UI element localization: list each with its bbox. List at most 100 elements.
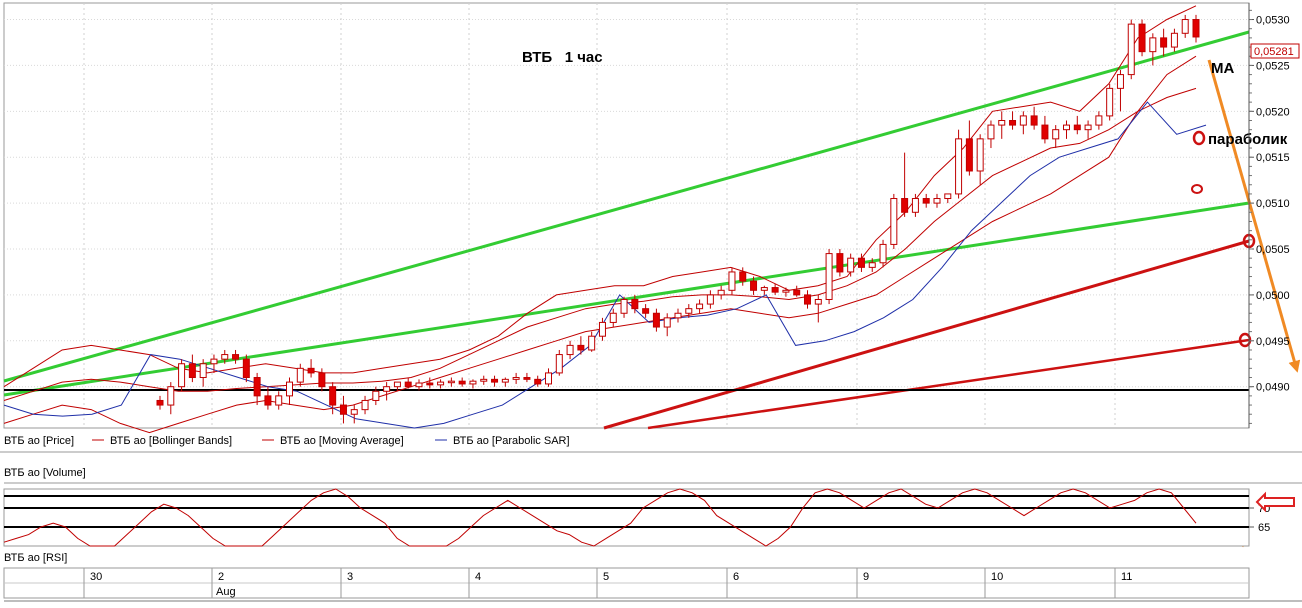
candle-body <box>501 378 509 383</box>
candle-body <box>264 395 272 406</box>
candle-body <box>598 321 606 337</box>
candle-body <box>620 298 628 314</box>
day-label: 10 <box>991 571 1003 583</box>
candle-body <box>512 377 520 380</box>
candle-body <box>728 271 736 291</box>
candle-body <box>631 298 639 310</box>
price-tick-label: 0,0515 <box>1256 152 1290 164</box>
candle-body <box>868 262 876 268</box>
candle-body <box>1052 129 1060 140</box>
candle-body <box>210 358 218 365</box>
candle-body <box>566 344 574 356</box>
day-label: 5 <box>603 571 609 583</box>
candle-body <box>685 308 693 314</box>
candle-body <box>1170 32 1178 48</box>
candle-body <box>339 404 347 415</box>
candle-body <box>393 381 401 388</box>
price-tick-label: 0,0530 <box>1256 15 1290 27</box>
candle-body <box>221 354 229 360</box>
candle-body <box>1149 37 1157 53</box>
candle-body <box>922 198 930 204</box>
candle-body <box>825 253 833 300</box>
legend-label: ВТБ ао [Moving Average] <box>280 435 404 447</box>
rsi-axis: 7065 <box>1249 503 1270 534</box>
candle-body <box>167 386 175 406</box>
chart-window: ВТБ 1 час МА параболик 0,0530 0,0525 0,052… <box>0 0 1302 603</box>
candle-body <box>447 380 455 384</box>
candle-body <box>588 335 596 351</box>
volume-pane-label: ВТБ ао [Volume] <box>4 467 86 479</box>
candle-body <box>415 382 423 388</box>
candle-body <box>955 138 963 195</box>
candle-body <box>1063 124 1070 131</box>
candle-body <box>1030 115 1038 126</box>
candle-body <box>804 294 811 305</box>
time-axis[interactable]: 30 2 3 4 5 6 9 10 11 Aug <box>3 567 1250 599</box>
candle-body <box>901 198 909 213</box>
candle-body <box>1116 74 1124 89</box>
candle-body <box>545 372 552 385</box>
candle-body <box>361 399 369 411</box>
candle-body <box>555 354 563 374</box>
candle-body <box>469 380 477 385</box>
day-label: 6 <box>733 571 739 583</box>
candle-body <box>480 378 488 382</box>
candle-body <box>523 377 531 380</box>
candle-body <box>879 243 887 264</box>
price-tick-label: 0,0520 <box>1256 106 1290 118</box>
price-tick-label: 0,0490 <box>1256 382 1290 394</box>
candle-body <box>750 280 758 291</box>
candle-body <box>1084 124 1092 131</box>
price-tick-label: 0,0525 <box>1256 60 1290 72</box>
day-label: 11 <box>1121 571 1132 583</box>
chart-title-annotation: ВТБ 1 час <box>522 49 603 66</box>
candle-body <box>437 381 445 386</box>
day-label: 30 <box>90 571 102 583</box>
price-axis[interactable]: 0,0530 0,0525 0,0520 0,0515 0,0510 0,0505 0,05… <box>1248 3 1290 428</box>
candle-body <box>1041 124 1049 140</box>
candle-body <box>458 380 466 385</box>
candle-body <box>976 138 984 172</box>
parabolic-annotation: параболик <box>1208 131 1288 148</box>
candle-body <box>1192 19 1200 38</box>
current-price-value: 0,05281 <box>1254 46 1294 58</box>
candle-body <box>199 363 207 379</box>
candle-body <box>232 354 240 360</box>
rsi-level-arrow-icon <box>1255 491 1295 513</box>
day-label: 9 <box>863 571 869 583</box>
candle-body <box>491 378 499 383</box>
candle-body <box>318 372 326 388</box>
candle-body <box>760 287 768 291</box>
candle-body <box>652 312 660 328</box>
legend-label: ВТБ ао [Parabolic SAR] <box>453 435 570 447</box>
candle-body <box>178 363 186 388</box>
candle-body <box>286 381 293 397</box>
candle-body <box>706 294 714 305</box>
legend-label: ВТБ ао [Bollinger Bands] <box>110 435 232 447</box>
month-label: Aug <box>216 586 236 598</box>
candle-body <box>1009 119 1017 126</box>
candle-body <box>609 312 617 323</box>
candle-body <box>739 271 747 282</box>
legend: ВТБ ао [Price] ВТБ ао [Bollinger Bands] ВТ… <box>4 435 570 447</box>
candle-body <box>890 198 898 245</box>
candle-body <box>350 409 358 415</box>
candle-body <box>1127 23 1135 76</box>
candle-body <box>642 308 650 314</box>
candle-body <box>534 378 542 385</box>
candle-body <box>771 287 779 293</box>
candle-body <box>188 363 196 379</box>
price-tick-label: 0,0510 <box>1256 198 1290 210</box>
chart-canvas[interactable]: ВТБ 1 час МА параболик 0,0530 0,0525 0,052… <box>0 0 1302 603</box>
current-price-label: 0,05281 <box>1250 43 1300 59</box>
rsi-tick-label: 65 <box>1258 522 1270 534</box>
candle-body <box>275 395 283 406</box>
candle-body <box>1160 37 1168 48</box>
candle-body <box>296 367 304 383</box>
candle-body <box>404 381 412 388</box>
candle-body <box>1073 124 1081 131</box>
price-tick-label: 0,0500 <box>1256 290 1290 302</box>
candle-body <box>814 298 822 305</box>
candle-body <box>372 390 380 401</box>
candle-body <box>663 317 671 328</box>
